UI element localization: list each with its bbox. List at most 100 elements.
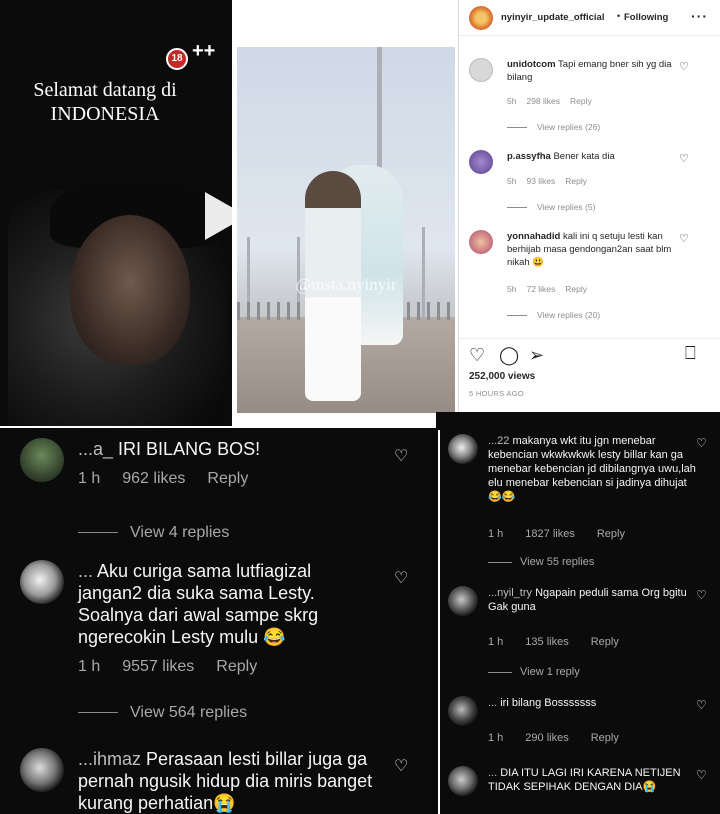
heart-icon[interactable]: ♡: [679, 152, 689, 165]
reply-button[interactable]: Reply: [597, 528, 625, 540]
comment-meta: 1 h 290 likes Reply: [488, 732, 641, 744]
heart-icon[interactable]: ♡: [679, 60, 689, 73]
comment-text: ...ihmaz Perasaan lesti billar juga ga p…: [78, 748, 378, 814]
watermark: @insta.nyinyir: [295, 275, 397, 294]
comment-username[interactable]: ...a_: [78, 439, 113, 459]
reply-button[interactable]: Reply: [591, 732, 619, 744]
avatar[interactable]: [20, 748, 64, 792]
comment-likes[interactable]: 135 likes: [525, 636, 568, 648]
comment-time: 1 h: [488, 732, 504, 744]
reply-button[interactable]: Reply: [591, 636, 619, 648]
avatar[interactable]: [469, 150, 493, 174]
view-replies-button[interactable]: View 1 reply: [488, 666, 580, 678]
comment-username[interactable]: ...ihmaz: [78, 749, 141, 769]
view-replies-button[interactable]: View replies (20): [507, 310, 600, 320]
comment-username[interactable]: ...22: [488, 435, 509, 447]
comment-username[interactable]: unidotcom: [507, 59, 556, 70]
view-replies-button[interactable]: View 564 replies: [78, 704, 247, 722]
heart-icon[interactable]: ♡: [696, 768, 707, 782]
comment-icon[interactable]: ◯: [499, 345, 519, 366]
comment-text: yonnahadid kali ini q setuju lesti kan b…: [507, 230, 675, 269]
comment-likes[interactable]: 9557 likes: [122, 658, 194, 675]
heart-icon[interactable]: ♡: [394, 568, 408, 588]
age-rating-badge: 18: [166, 48, 188, 70]
reply-button[interactable]: Reply: [570, 96, 592, 106]
comment-likes[interactable]: 93 likes: [526, 176, 555, 186]
comment-username[interactable]: ...nyil_try: [488, 587, 532, 599]
heart-icon[interactable]: ♡: [394, 446, 408, 466]
bookmark-icon[interactable]: ⎕: [685, 343, 696, 364]
video-player[interactable]: Selamat datang di INDONESIA 18 ++: [0, 0, 232, 426]
following-button[interactable]: Following: [624, 12, 668, 23]
comment-time: 5h: [507, 176, 517, 186]
comment-username[interactable]: yonnahadid: [507, 231, 560, 242]
comment-text: ... DIA ITU LAGI IRI KARENA NETIJEN TIDA…: [488, 766, 698, 794]
comment-meta: 5h 72 likes Reply: [507, 284, 597, 294]
comment-time: 1 h: [488, 528, 504, 540]
comment-text: ...nyil_try Ngapain peduli sama Org bgit…: [488, 586, 698, 614]
heart-icon[interactable]: ♡: [679, 232, 689, 245]
instagram-post-panel: nyinyir_update_official • Following ··· …: [458, 0, 720, 426]
comment-meta: 5h 298 likes Reply: [507, 96, 602, 106]
avatar[interactable]: [448, 766, 478, 796]
share-icon[interactable]: ➢: [529, 345, 544, 366]
reply-button[interactable]: Reply: [565, 176, 587, 186]
video-caption-line2: INDONESIA: [50, 103, 160, 125]
post-time: 5 HOURS AGO: [469, 389, 524, 398]
comment-likes[interactable]: 962 likes: [122, 470, 185, 487]
avatar[interactable]: [469, 230, 493, 254]
avatar[interactable]: [448, 586, 478, 616]
post-username[interactable]: nyinyir_update_official: [501, 12, 604, 23]
comment-username[interactable]: ...: [78, 561, 93, 581]
reply-button[interactable]: Reply: [216, 658, 257, 675]
comment-likes[interactable]: 290 likes: [525, 732, 568, 744]
comment-text: ...a_ IRI BILANG BOS!: [78, 438, 378, 460]
comment-body: DIA ITU LAGI IRI KARENA NETIJEN TIDAK SE…: [488, 767, 681, 793]
play-icon[interactable]: [205, 192, 232, 240]
comment-text: ... Aku curiga sama lutfiagizal jangan2 …: [78, 560, 378, 648]
avatar[interactable]: [469, 58, 493, 82]
comment-time: 5h: [507, 284, 517, 294]
comment-text: ...22 makanya wkt itu jgn menebar kebenc…: [488, 434, 698, 504]
comment-text: p.assyfha Bener kata dia: [507, 150, 675, 163]
comment-meta: 1 h 135 likes Reply: [488, 636, 641, 648]
comment-username[interactable]: ...: [488, 767, 497, 779]
reply-button[interactable]: Reply: [207, 470, 248, 487]
age-rating-suffix: ++: [192, 40, 216, 62]
reply-button[interactable]: Reply: [565, 284, 587, 294]
comment-time: 5h: [507, 96, 517, 106]
view-replies-button[interactable]: View 55 replies: [488, 556, 594, 568]
avatar[interactable]: [448, 696, 478, 726]
video-caption: Selamat datang di INDONESIA: [0, 78, 210, 126]
avatar[interactable]: [469, 6, 493, 30]
heart-icon[interactable]: ♡: [696, 588, 707, 602]
comment-likes[interactable]: 72 likes: [526, 284, 555, 294]
comment-body: makanya wkt itu jgn menebar kebencian wk…: [488, 435, 696, 503]
heart-icon[interactable]: ♡: [696, 698, 707, 712]
view-replies-button[interactable]: View replies (5): [507, 202, 595, 212]
comment-text: ... iri bilang Bosssssss: [488, 696, 698, 710]
avatar[interactable]: [20, 560, 64, 604]
heart-icon[interactable]: ♡: [394, 756, 408, 776]
comment-username[interactable]: p.assyfha: [507, 151, 551, 162]
comment-likes[interactable]: 298 likes: [526, 96, 560, 106]
comment-body: IRI BILANG BOS!: [118, 439, 261, 459]
comment-time: 1 h: [78, 470, 101, 487]
more-options-icon[interactable]: ···: [691, 8, 708, 24]
comment-meta: 1 h 1827 likes Reply: [488, 528, 647, 540]
heart-icon[interactable]: ♡: [696, 436, 707, 450]
comment-username[interactable]: ...: [488, 697, 497, 709]
person-face: [70, 215, 190, 365]
view-count[interactable]: 252,000 views: [469, 371, 535, 382]
separator-dot: •: [617, 11, 621, 21]
post-header: nyinyir_update_official • Following ···: [459, 0, 720, 36]
comments-screenshot-right: ...22 makanya wkt itu jgn menebar kebenc…: [440, 428, 720, 814]
avatar[interactable]: [20, 438, 64, 482]
comment-meta: 1 h 9557 likes Reply: [78, 658, 279, 676]
comment-body: Bener kata dia: [553, 151, 615, 162]
like-heart-icon[interactable]: ♡: [469, 345, 485, 366]
view-replies-button[interactable]: View 4 replies: [78, 524, 229, 542]
view-replies-button[interactable]: View replies (26): [507, 122, 600, 132]
comment-likes[interactable]: 1827 likes: [525, 528, 575, 540]
avatar[interactable]: [448, 434, 478, 464]
